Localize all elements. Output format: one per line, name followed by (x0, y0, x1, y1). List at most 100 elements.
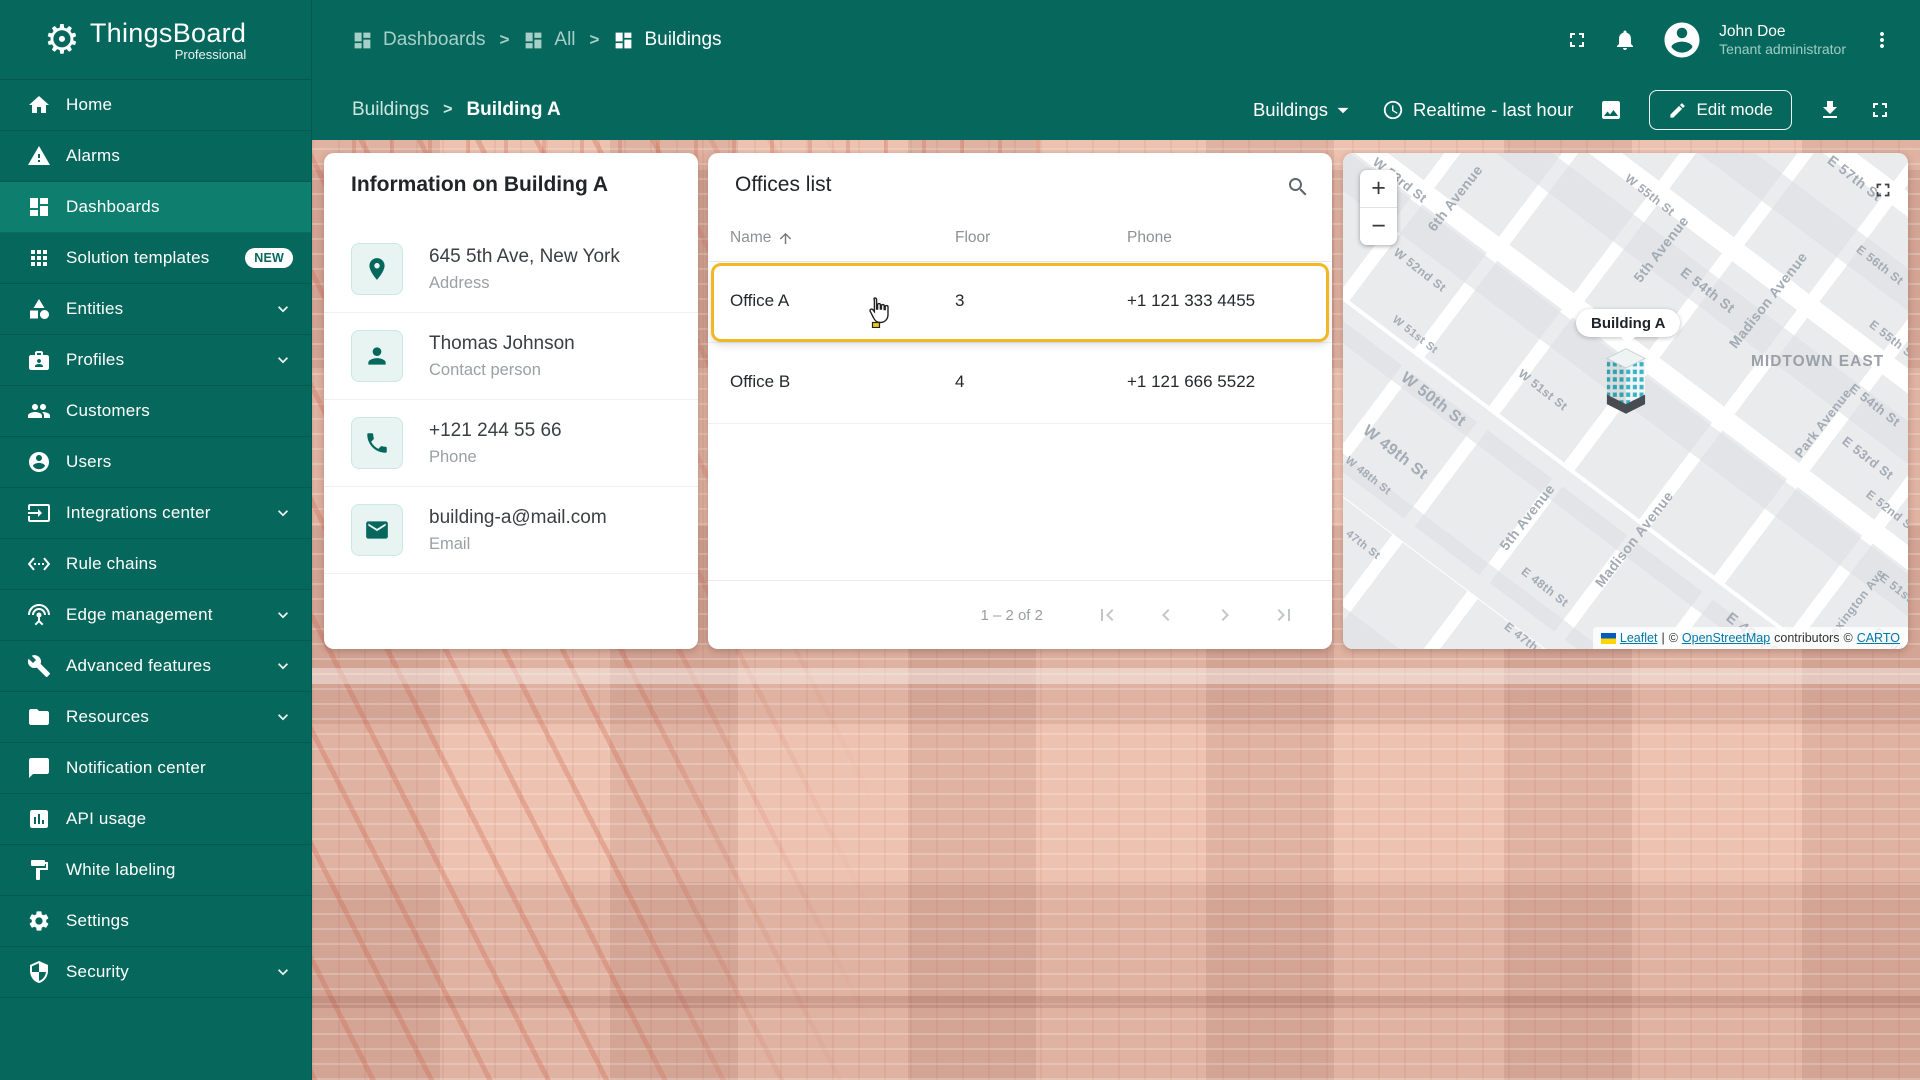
pencil-icon (1668, 101, 1687, 120)
user-menu[interactable]: John Doe Tenant administrator (1719, 22, 1846, 59)
sidebar-item-white-labeling[interactable]: White labeling (0, 845, 311, 896)
sidebar-item-integrations-center[interactable]: Integrations center (0, 488, 311, 539)
dashboard-path: Buildings > Building A (352, 99, 561, 121)
info-label: Email (429, 534, 471, 553)
download-icon[interactable] (1818, 98, 1842, 122)
map-attribution: Leaflet | © OpenStreetMap contributors ©… (1592, 627, 1908, 649)
sidebar-item-home[interactable]: Home (0, 80, 311, 131)
sidebar-item-users[interactable]: Users (0, 437, 311, 488)
sidebar-item-api-usage[interactable]: API usage (0, 794, 311, 845)
sidebar-item-entities[interactable]: Entities (0, 284, 311, 335)
info-row-contact-person: Thomas Johnson Contact person (324, 313, 698, 400)
entities-icon (27, 297, 51, 321)
api-usage-icon (27, 807, 51, 831)
next-page-button[interactable] (1213, 603, 1237, 627)
previous-page-button[interactable] (1154, 603, 1178, 627)
edit-mode-button[interactable]: Edit mode (1649, 90, 1792, 130)
info-value: 645 5th Ave, New York (429, 245, 620, 267)
sidebar-item-label: Entities (66, 299, 124, 318)
sidebar-item-settings[interactable]: Settings (0, 896, 311, 947)
sidebar-item-alarms[interactable]: Alarms (0, 131, 311, 182)
avatar[interactable] (1661, 19, 1703, 61)
integrations-icon (27, 501, 51, 525)
column-header-name[interactable]: Name (730, 229, 794, 247)
ukraine-flag-icon (1600, 632, 1616, 644)
dashboards-icon (27, 195, 51, 219)
building-marker-icon[interactable] (1605, 345, 1647, 425)
sidebar-item-label: White labeling (66, 860, 176, 879)
top-toolbar: Dashboards > All > Buildings John Doe Tenant… (312, 0, 1920, 80)
sidebar-item-advanced-features[interactable]: Advanced features (0, 641, 311, 692)
time-window-button[interactable]: Realtime - last hour (1382, 99, 1573, 121)
arrow-drop-down-icon (1330, 97, 1356, 123)
info-label: Phone (429, 447, 477, 466)
resources-icon (27, 705, 51, 729)
first-page-button[interactable] (1095, 603, 1119, 627)
dashboard-path-separator: > (443, 101, 453, 118)
image-icon[interactable] (1599, 98, 1623, 122)
sidebar-item-label: Home (66, 95, 113, 114)
fullscreen-icon[interactable] (1565, 28, 1589, 52)
map-area-label: MIDTOWN EAST (1751, 353, 1885, 370)
table-row-office-a[interactable]: Office A 3 +1 121 333 4455 (708, 262, 1332, 343)
building-ledge-decoration (312, 668, 1920, 684)
entity-select[interactable]: Buildings (1253, 97, 1356, 123)
dashboard-path-parent[interactable]: Buildings (352, 99, 429, 121)
map-fullscreen-icon[interactable] (1872, 179, 1894, 201)
sidebar-item-label: Customers (66, 401, 150, 420)
sidebar-item-customers[interactable]: Customers (0, 386, 311, 437)
sidebar-item-security[interactable]: Security (0, 947, 311, 998)
info-row-phone: +121 244 55 66 Phone (324, 400, 698, 487)
map-card: W 53rd St 6th Avenue W 55th St E 57th St W 5… (1343, 153, 1908, 649)
sidebar-item-label: Dashboards (66, 197, 160, 216)
last-page-button[interactable] (1272, 603, 1296, 627)
info-label: Address (429, 273, 490, 292)
sidebar-item-label: Solution templates (66, 248, 210, 267)
sidebar-item-notification-center[interactable]: Notification center (0, 743, 311, 794)
info-card-title: Information on Building A (351, 173, 609, 196)
column-header-floor[interactable]: Floor (955, 229, 990, 247)
breadcrumb-item-buildings[interactable]: Buildings (613, 29, 722, 51)
openstreetmap-link[interactable]: OpenStreetMap (1682, 631, 1770, 645)
thingsboard-gear-icon: ⚙ (44, 17, 80, 62)
sidebar-item-dashboards[interactable]: Dashboards (0, 182, 311, 233)
sidebar-item-label: Integrations center (66, 503, 211, 522)
sidebar-item-edge-management[interactable]: Edge management (0, 590, 311, 641)
sort-ascending-arrow-icon (777, 230, 794, 247)
column-header-phone[interactable]: Phone (1127, 229, 1172, 247)
zoom-in-button[interactable]: + (1360, 170, 1397, 207)
notifications-bell-icon[interactable] (1613, 28, 1637, 52)
breadcrumb: Dashboards > All > Buildings (352, 29, 722, 51)
table-row-office-b[interactable]: Office B 4 +1 121 666 5522 (708, 343, 1332, 424)
info-value: +121 244 55 66 (429, 419, 562, 441)
sidebar-item-rule-chains[interactable]: Rule chains (0, 539, 311, 590)
home-icon (27, 93, 51, 117)
sidebar-item-label: Notification center (66, 758, 206, 777)
security-icon (27, 960, 51, 984)
building-marker-tooltip[interactable]: Building A (1576, 309, 1681, 337)
pagination-range-label: 1 – 2 of 2 (980, 606, 1043, 624)
sidebar-item-profiles[interactable]: Profiles (0, 335, 311, 386)
chevron-down-icon (273, 962, 293, 982)
thingsboard-app: ⚙ ThingsBoard Professional Home Alarms Das… (0, 0, 1920, 1080)
edge-management-icon (27, 603, 51, 627)
search-icon[interactable] (1286, 175, 1310, 199)
carto-link[interactable]: CARTO (1857, 631, 1900, 645)
leaflet-link[interactable]: Leaflet (1620, 631, 1658, 645)
time-window-label: Realtime - last hour (1413, 99, 1574, 120)
breadcrumb-item-dashboards[interactable]: Dashboards (352, 29, 485, 51)
dashboards-icon (613, 30, 634, 51)
person-icon (351, 330, 403, 382)
breadcrumb-item-all[interactable]: All (523, 29, 576, 51)
location-pin-icon (351, 243, 403, 295)
dashboard-toolbar: Buildings > Building A Buildings Realtim… (312, 80, 1920, 140)
info-row-address: 645 5th Ave, New York Address (324, 226, 698, 313)
sidebar-item-label: Alarms (66, 146, 121, 165)
fullscreen-dashboard-icon[interactable] (1868, 98, 1892, 122)
info-value: building-a@mail.com (429, 506, 607, 528)
sidebar-item-solution-templates[interactable]: Solution templates NEW (0, 233, 311, 284)
brand-logo[interactable]: ⚙ ThingsBoard Professional (0, 0, 311, 80)
more-vert-icon[interactable] (1870, 28, 1894, 52)
sidebar-item-resources[interactable]: Resources (0, 692, 311, 743)
zoom-out-button[interactable]: − (1360, 208, 1397, 245)
